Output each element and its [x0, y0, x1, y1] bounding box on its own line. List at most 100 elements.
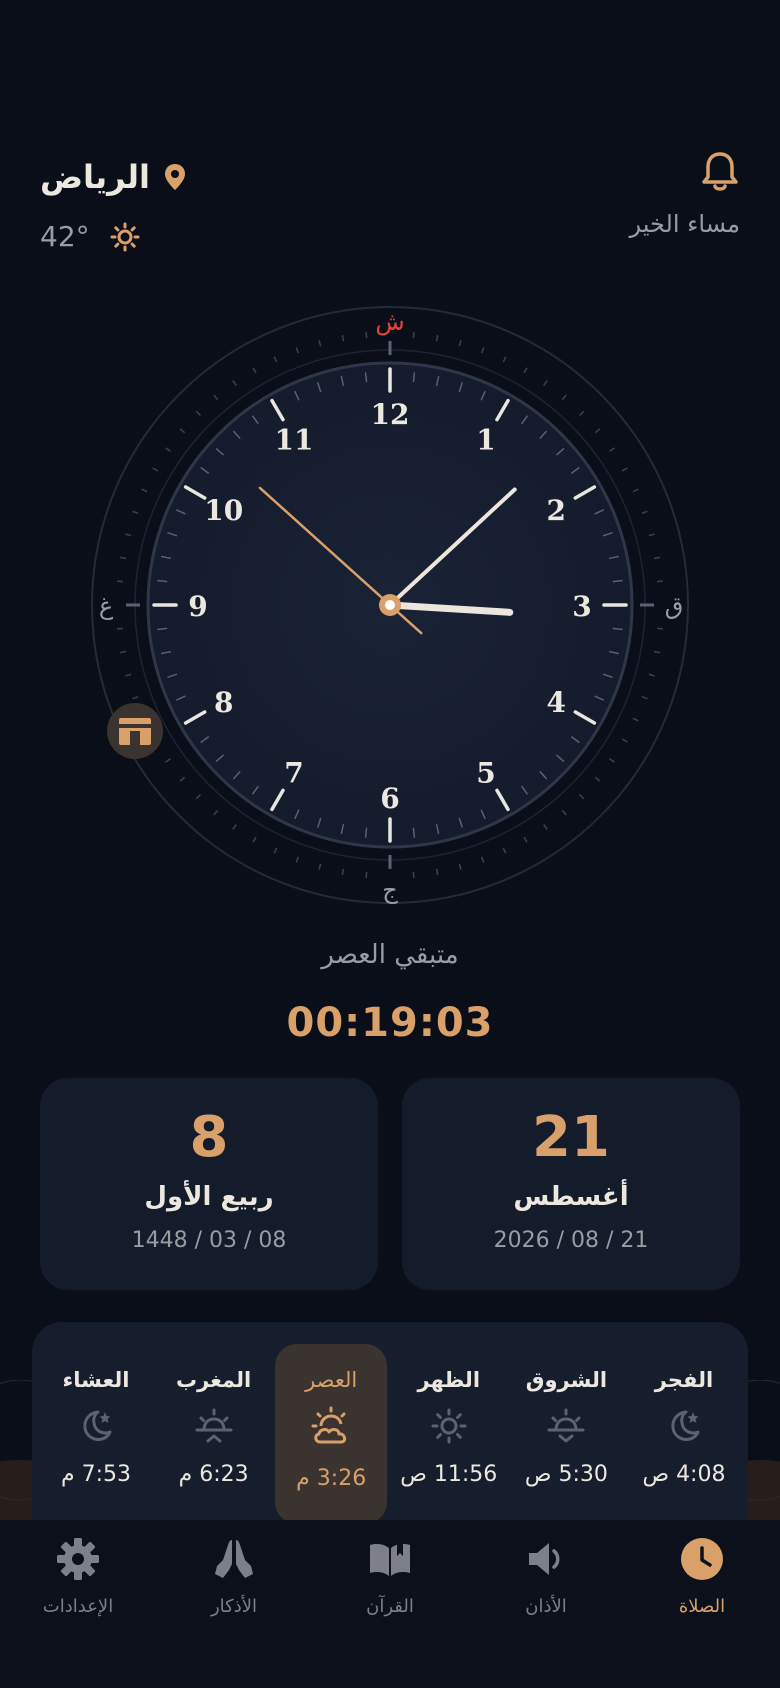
outer-tick [594, 776, 601, 782]
prayer-name: الظهر [417, 1368, 481, 1392]
prayer-list: الفجر 4:08 ص الشروق 5:30 ص الظهر 11:56 ص… [32, 1322, 748, 1522]
compass-north-label: ش [375, 308, 404, 336]
outer-tick [561, 394, 567, 401]
nav-item-settings[interactable]: الإعدادات [8, 1536, 148, 1688]
outer-tick [609, 758, 615, 763]
minute-tick [412, 372, 416, 383]
prayer-item-sunrise[interactable]: الشروق 5:30 ص [510, 1344, 622, 1522]
clock-icon [681, 1538, 723, 1580]
nav-label: الأذان [525, 1596, 567, 1617]
outer-tick [458, 340, 462, 347]
outer-tick [179, 776, 186, 782]
prayer-time: 7:53 م [60, 1462, 132, 1487]
gregorian-day: 21 [532, 1105, 610, 1170]
outer-tick [523, 367, 528, 374]
gregorian-month: أغسطس [513, 1182, 629, 1212]
outer-tick [632, 488, 639, 493]
outer-tick [132, 510, 139, 515]
prayer-name: المغرب [176, 1368, 252, 1392]
outer-tick [179, 428, 186, 434]
moon-star-icon [671, 1410, 700, 1441]
outer-tick [480, 856, 485, 863]
nav-item-adhkar[interactable]: الأذكار [164, 1536, 304, 1688]
bottom-navigation: الصلاة الأذان القرآن الأذكار الإعدادات [0, 1520, 780, 1688]
greeting: مساء الخير [629, 210, 740, 238]
moon-star-icon [83, 1410, 112, 1441]
outer-tick [523, 836, 528, 843]
nav-label: القرآن [366, 1596, 414, 1617]
hijri-month: ربيع الأول [144, 1182, 274, 1212]
outer-tick [621, 467, 628, 472]
clock-number: 1 [476, 424, 495, 457]
outer-tick [120, 556, 127, 560]
city-name: الرياض [40, 158, 150, 196]
outer-tick [125, 533, 132, 537]
sun-cloud-icon [311, 1406, 347, 1444]
minute-tick [612, 627, 623, 631]
prayer-item-dhuhr[interactable]: الظهر 11:56 ص [393, 1344, 505, 1522]
outer-tick [252, 836, 257, 843]
prayer-time: 4:08 ص [642, 1462, 726, 1487]
compass-south-label: ج [382, 876, 398, 904]
temperature: 42° [40, 220, 90, 253]
outer-tick [165, 447, 171, 452]
clock-number: 5 [476, 756, 495, 789]
outer-tick [656, 580, 664, 583]
prayer-time: 11:56 ص [400, 1462, 498, 1487]
clock-face: 121234567891011 شقجغ [91, 306, 689, 904]
prayer-time: 3:26 م [296, 1466, 367, 1491]
outer-tick [141, 488, 148, 493]
prayer-time: 6:23 م [178, 1462, 249, 1487]
book-icon [370, 1541, 410, 1576]
outer-tick [252, 367, 257, 374]
outer-tick [232, 380, 237, 386]
outer-tick [648, 673, 655, 677]
outer-tick [480, 347, 485, 354]
prayer-times-screen: الرياض 42° مساء الخير 12 1 2 3 4 5 6 7 8… [0, 0, 780, 1688]
hijri-date-card[interactable]: 8 ربيع الأول 1448 / 03 / 08 [40, 1078, 378, 1290]
outer-tick [412, 331, 415, 339]
outer-tick [561, 809, 567, 816]
prayer-name: الشروق [525, 1368, 608, 1392]
prayer-times-panel: الفجر 4:08 ص الشروق 5:30 ص الظهر 11:56 ص… [32, 1322, 748, 1522]
prayer-item-isha[interactable]: العشاء 7:53 م [40, 1344, 152, 1522]
gregorian-full-date: 2026 / 08 / 21 [493, 1228, 649, 1253]
nav-item-quran[interactable]: القرآن [320, 1536, 460, 1688]
outer-tick [195, 410, 202, 417]
sunset-icon [195, 1408, 233, 1443]
outer-tick [594, 428, 601, 434]
outer-tick [412, 871, 415, 879]
gregorian-date-card[interactable]: 21 أغسطس 2026 / 08 / 21 [402, 1078, 740, 1290]
outer-tick [116, 580, 124, 583]
outer-tick [632, 717, 639, 722]
outer-tick [543, 824, 548, 830]
minute-tick [364, 372, 368, 383]
clock-number: 8 [214, 686, 233, 719]
analog-clock: 12 1 2 3 4 5 6 7 8 9 10 11 شقجغ [90, 305, 690, 905]
outer-tick [318, 340, 322, 347]
clock-number: 3 [572, 590, 591, 623]
prayer-name: العشاء [62, 1368, 130, 1392]
clock-number: 12 [371, 398, 410, 431]
qibla-kaaba-button[interactable] [107, 703, 163, 759]
outer-tick [116, 627, 124, 630]
prayer-item-fajr[interactable]: الفجر 4:08 ص [628, 1344, 740, 1522]
outer-tick [341, 868, 345, 875]
outer-tick [341, 335, 345, 342]
sun-icon [431, 1408, 467, 1444]
outer-tick [435, 868, 439, 875]
bell-icon[interactable] [700, 150, 740, 194]
outer-tick [578, 793, 585, 800]
prayer-item-asr[interactable]: العصر 3:26 م [275, 1344, 388, 1522]
nav-item-prayer[interactable]: الصلاة [632, 1536, 772, 1688]
clock-number: 10 [204, 494, 243, 527]
prayer-item-maghrib[interactable]: المغرب 6:23 م [158, 1344, 270, 1522]
outer-tick [295, 347, 300, 354]
nav-item-adhan[interactable]: الأذان [476, 1536, 616, 1688]
outer-tick [578, 410, 585, 417]
outer-tick [152, 467, 159, 472]
location[interactable]: الرياض [40, 158, 186, 196]
kaaba-icon [119, 718, 151, 745]
outer-tick [195, 793, 202, 800]
prayer-name: العصر [305, 1368, 358, 1392]
